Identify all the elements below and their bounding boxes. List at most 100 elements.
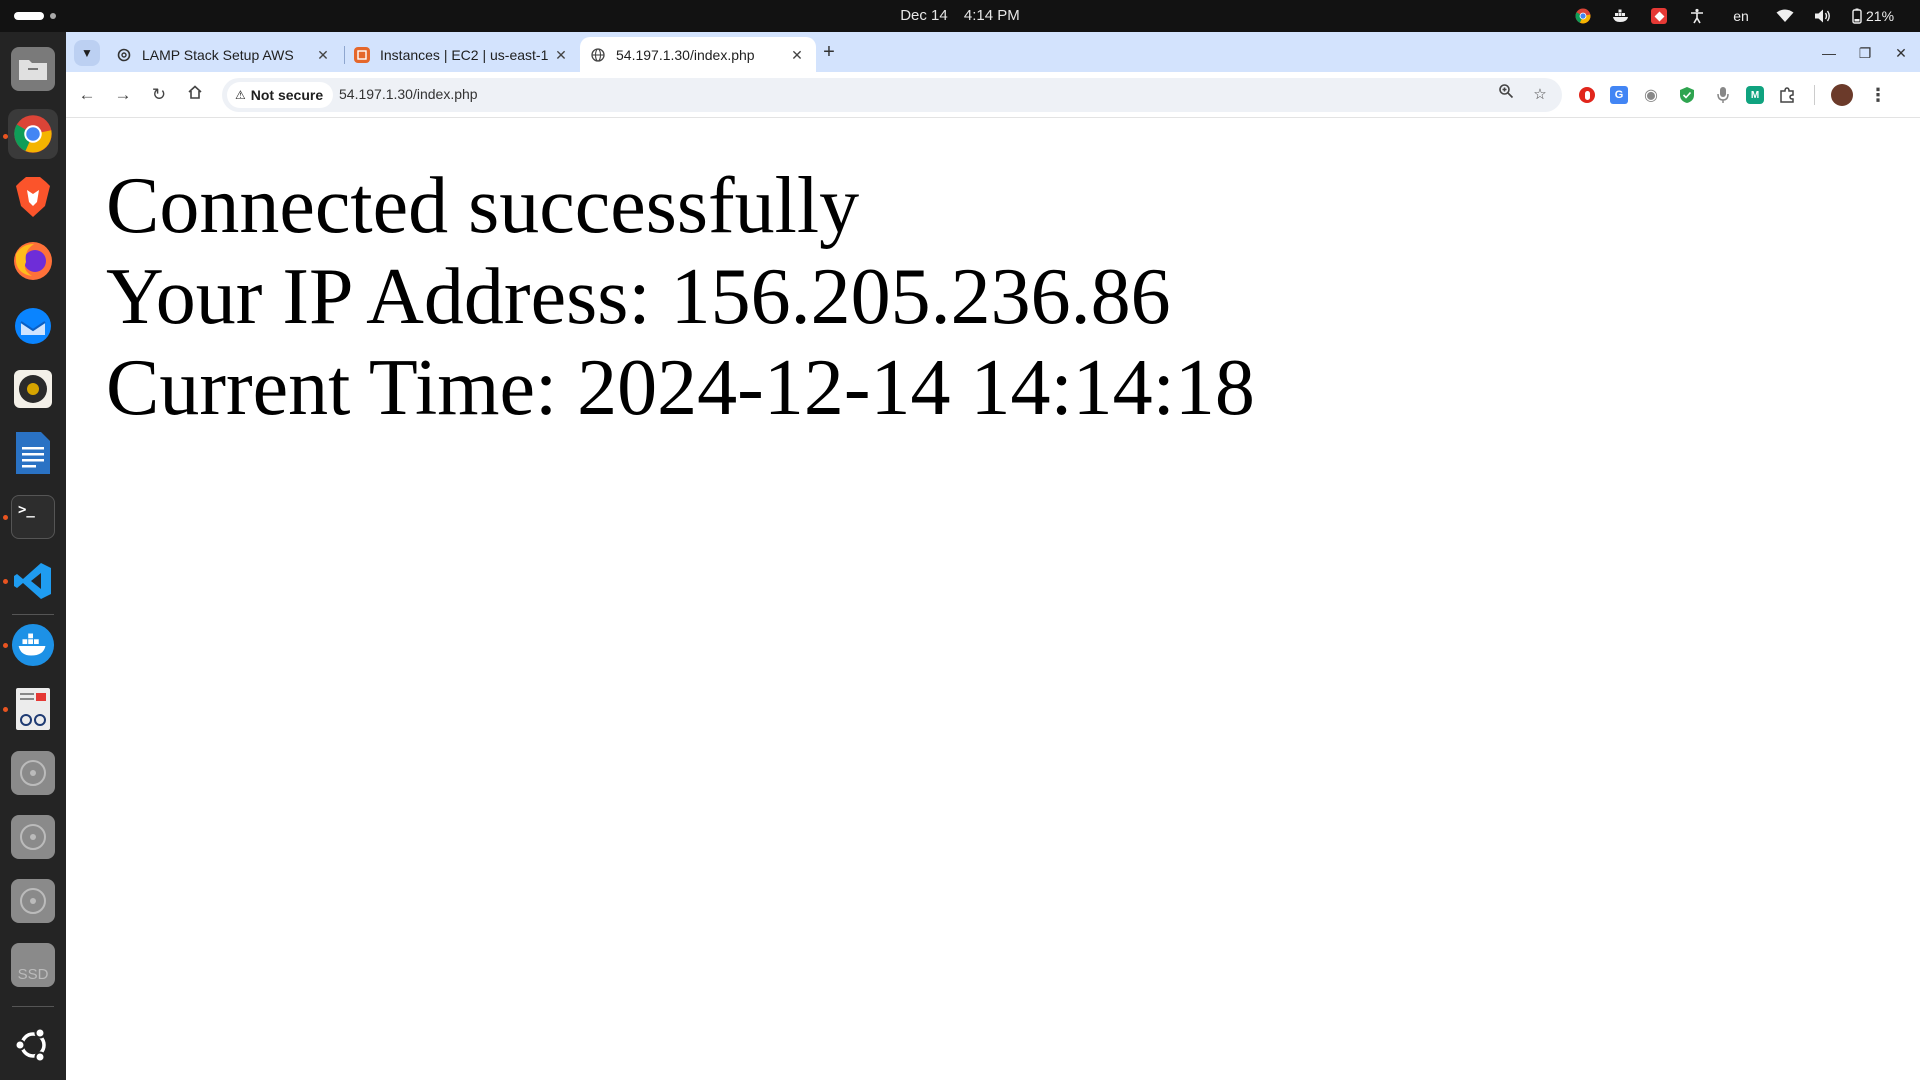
chrome-tray-icon[interactable] (1574, 7, 1592, 25)
chrome-icon (11, 112, 55, 156)
page-viewport: Connected successfully Your IP Address: … (66, 119, 1920, 1080)
dock-disk-1[interactable] (8, 748, 58, 798)
dock-ssd[interactable]: SSD (8, 940, 58, 990)
volume-icon[interactable] (1814, 7, 1832, 25)
url-text[interactable]: 54.197.1.30/index.php (339, 86, 478, 102)
dock-libreoffice-writer[interactable] (8, 428, 58, 478)
dock-files[interactable] (8, 44, 58, 94)
speaker-icon (11, 367, 55, 411)
aws-icon (354, 46, 370, 63)
system-tray: en 21% (1574, 4, 1908, 28)
tab-title: LAMP Stack Setup AWS (142, 46, 294, 63)
connection-status: Connected successfully (106, 162, 860, 250)
not-secure-label: Not secure (250, 87, 324, 103)
avatar (1831, 84, 1853, 106)
disk-icon (11, 751, 55, 795)
puzzle-icon (1780, 87, 1794, 103)
arrow-left-icon: ← (78, 85, 96, 104)
ssd-icon: SSD (11, 943, 55, 987)
dock-document-viewer[interactable] (8, 684, 58, 734)
tab-search-button[interactable]: ▼ (74, 40, 100, 66)
disk-icon (11, 815, 55, 859)
extensions-button[interactable] (1774, 82, 1800, 108)
show-apps-button[interactable] (8, 1020, 58, 1070)
star-icon: ☆ (1533, 86, 1547, 103)
accessibility-icon[interactable] (1688, 7, 1706, 25)
shield-extension-icon[interactable] (1674, 82, 1700, 108)
tab-title: 54.197.1.30/index.php (616, 46, 755, 63)
home-button[interactable] (182, 82, 208, 108)
minimize-icon: — (1822, 45, 1836, 61)
close-icon[interactable]: ✕ (552, 46, 570, 64)
tab-lamp-stack-setup[interactable]: LAMP Stack Setup AWS ✕ (106, 37, 342, 72)
ip-address-line: Your IP Address: 156.205.236.86 (106, 253, 1171, 341)
battery-icon (1852, 8, 1862, 24)
dock-vscode[interactable] (8, 556, 58, 606)
vscode-icon (11, 559, 55, 603)
chevron-down-icon: ▼ (81, 46, 93, 60)
docker-tray-icon[interactable] (1612, 7, 1630, 25)
dock-disk-3[interactable] (8, 876, 58, 926)
ubuntu-icon (11, 1023, 55, 1067)
tab-strip: ▼ LAMP Stack Setup AWS ✕ Instances | EC2… (66, 32, 1920, 72)
close-icon[interactable]: ✕ (788, 46, 806, 64)
address-bar[interactable]: ⚠ Not secure 54.197.1.30/index.php ☆ (222, 78, 1562, 112)
chatgpt-extension-icon[interactable]: M (1746, 86, 1764, 104)
restore-icon: ❐ (1858, 45, 1872, 61)
thunderbird-icon (11, 303, 55, 347)
profile-button[interactable] (1829, 82, 1855, 108)
dock-docker[interactable] (8, 620, 58, 670)
dock-rhythmbox[interactable] (8, 364, 58, 414)
battery-percent: 21% (1866, 8, 1895, 24)
docker-icon (11, 623, 55, 667)
current-time-line: Current Time: 2024-12-14 14:14:18 (106, 344, 1255, 432)
site-info-button[interactable]: ⚠ Not secure (227, 82, 334, 108)
globe-icon (590, 47, 606, 63)
bookmark-button[interactable]: ☆ (1528, 83, 1552, 107)
disk-icon (11, 879, 55, 923)
firefox-icon (11, 239, 55, 283)
forward-button[interactable]: → (110, 82, 136, 108)
back-button[interactable]: ← (74, 82, 100, 108)
close-icon: ✕ (1895, 45, 1907, 61)
opera-extension-icon[interactable] (1574, 82, 1600, 108)
zoom-button[interactable] (1494, 83, 1518, 107)
microphone-extension-icon[interactable] (1710, 82, 1736, 108)
minimize-button[interactable]: — (1816, 40, 1842, 66)
dock-thunderbird[interactable] (8, 300, 58, 350)
tab-instances-ec2[interactable]: Instances | EC2 | us-east-1 ✕ (344, 37, 580, 72)
address-bar-actions: ☆ (1494, 83, 1552, 107)
chrome-window: ▼ LAMP Stack Setup AWS ✕ Instances | EC2… (66, 32, 1920, 1080)
document-icon (11, 687, 55, 731)
battery-indicator[interactable]: 21% (1852, 7, 1908, 25)
system-top-bar: Dec 14 4:14 PM en 21% (0, 0, 1920, 32)
brave-icon (11, 175, 55, 219)
anydesk-tray-icon[interactable] (1650, 7, 1668, 25)
browser-toolbar: ← → ↻ ⚠ Not secure 54.197.1.30/index.php… (66, 72, 1920, 118)
reload-button[interactable]: ↻ (146, 82, 172, 108)
close-window-button[interactable]: ✕ (1888, 40, 1914, 66)
language-indicator[interactable]: en (1726, 7, 1756, 25)
folder-icon (11, 47, 55, 91)
window-controls: — ❐ ✕ (1816, 40, 1914, 66)
dock: >_ SSD (0, 32, 66, 1080)
dock-disk-2[interactable] (8, 812, 58, 862)
tab-index-php[interactable]: 54.197.1.30/index.php ✕ (580, 37, 816, 72)
warning-icon: ⚠ (235, 88, 246, 102)
close-icon[interactable]: ✕ (314, 46, 332, 64)
zoom-icon (1499, 84, 1514, 99)
dock-brave[interactable] (8, 172, 58, 222)
terminal-icon: >_ (11, 495, 55, 539)
wifi-icon[interactable] (1776, 7, 1794, 25)
new-tab-button[interactable]: + (818, 42, 840, 64)
dock-terminal[interactable]: >_ (8, 492, 58, 542)
tab-title: Instances | EC2 | us-east-1 (380, 46, 549, 63)
dock-firefox[interactable] (8, 236, 58, 286)
globe-extension-icon[interactable]: ◉ (1638, 82, 1664, 108)
chrome-menu-button[interactable]: ⋮ (1865, 82, 1891, 108)
dock-google-chrome[interactable] (8, 109, 58, 159)
clock-time: 4:14 PM (963, 7, 1020, 24)
google-translate-extension-icon[interactable]: G (1610, 86, 1628, 104)
restore-button[interactable]: ❐ (1852, 40, 1878, 66)
more-vertical-icon: ⋮ (1869, 84, 1887, 105)
